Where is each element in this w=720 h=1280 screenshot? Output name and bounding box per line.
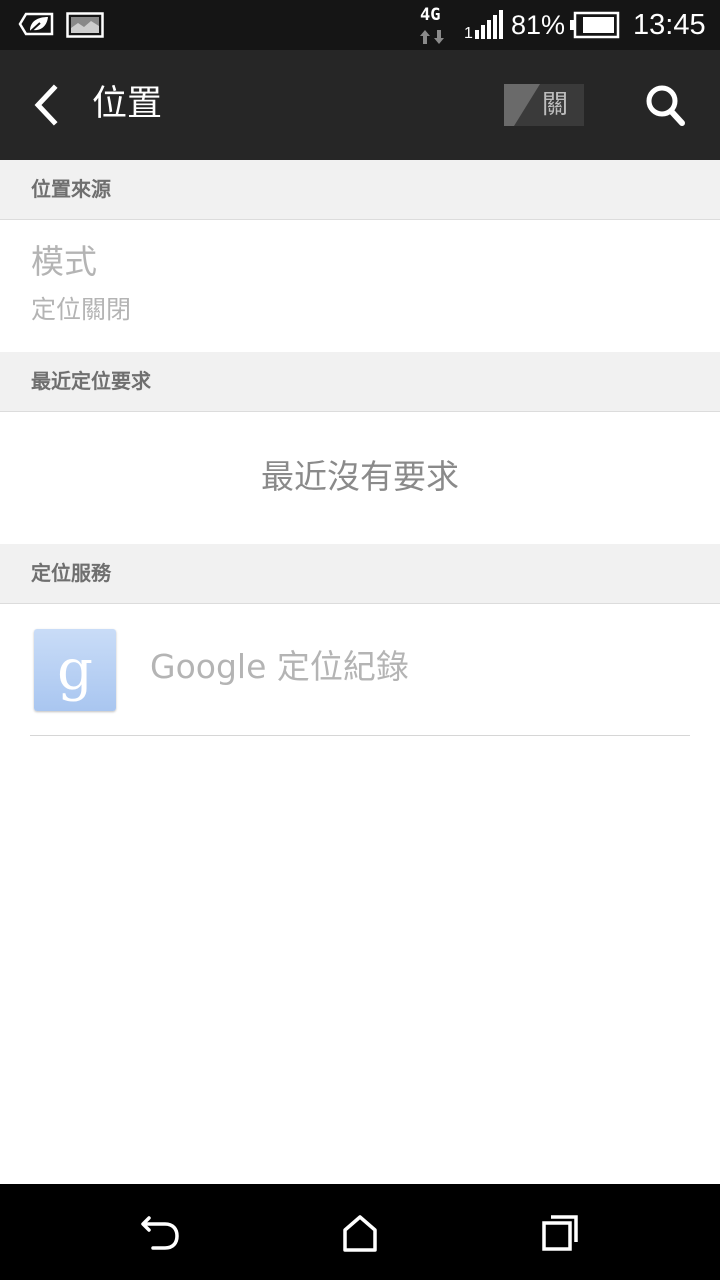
toggle-label: 關 <box>542 90 569 120</box>
navigation-bar <box>0 1184 720 1280</box>
section-header-location-source: 位置來源 <box>0 160 720 220</box>
toggle-thumb <box>504 84 540 126</box>
list-item-google-location-history[interactable]: g Google 定位紀錄 <box>0 604 720 736</box>
svg-text:1: 1 <box>464 25 473 40</box>
status-bar: 4G 1 81% 13:45 <box>0 0 720 50</box>
section-header-location-services: 定位服務 <box>0 544 720 604</box>
google-g-icon: g <box>34 629 116 711</box>
service-label: Google 定位紀錄 <box>150 647 409 686</box>
location-toggle-switch[interactable]: 關 <box>504 84 584 126</box>
chevron-left-icon[interactable] <box>24 80 74 130</box>
recent-apps-icon[interactable] <box>537 1210 583 1256</box>
screenshot-image-icon <box>66 12 104 38</box>
recent-requests-empty-state: 最近沒有要求 <box>0 412 720 544</box>
search-icon[interactable] <box>640 80 690 130</box>
mode-title: 模式 <box>31 242 97 281</box>
battery-percent: 81% <box>511 10 566 40</box>
section-header-label: 位置來源 <box>31 177 111 201</box>
page-title: 位置 <box>92 84 163 124</box>
eco-leaf-icon <box>18 12 54 36</box>
mode-value: 定位關閉 <box>31 295 132 324</box>
network-4g-icon: 4G <box>420 5 444 44</box>
section-header-label: 最近定位要求 <box>31 369 151 393</box>
mode-setting-row[interactable]: 模式 定位關閉 <box>0 220 720 352</box>
action-bar: 位置 關 <box>0 50 720 160</box>
home-icon[interactable] <box>337 1210 383 1256</box>
signal-strength-icon: 1 <box>464 10 503 40</box>
list-divider <box>30 735 690 736</box>
back-arrow-icon[interactable] <box>137 1210 183 1256</box>
section-header-label: 定位服務 <box>31 561 111 585</box>
battery-icon <box>570 11 620 39</box>
empty-state-text: 最近沒有要求 <box>261 457 459 496</box>
svg-text:g: g <box>57 638 93 703</box>
clock: 13:45 <box>633 9 706 41</box>
svg-text:4G: 4G <box>420 5 440 25</box>
section-header-recent-requests: 最近定位要求 <box>0 352 720 412</box>
